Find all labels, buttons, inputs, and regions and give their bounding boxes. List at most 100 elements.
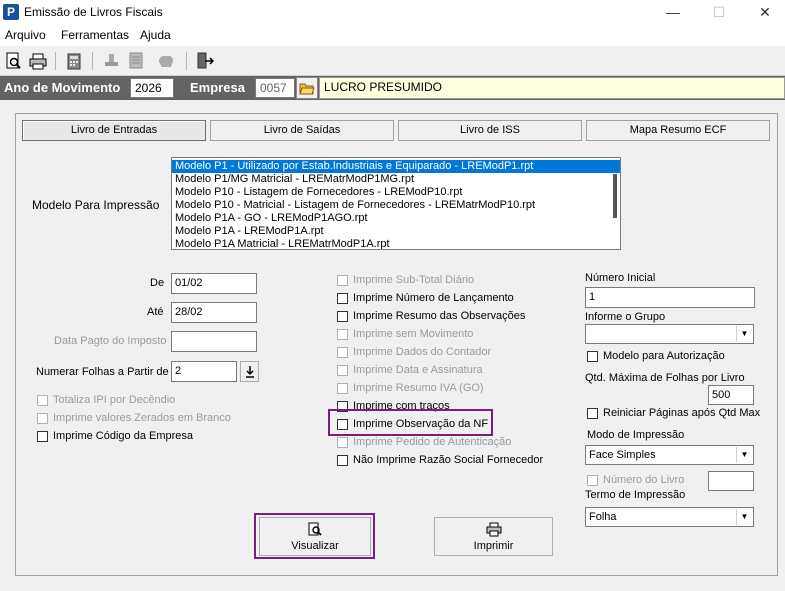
ate-field[interactable]: 28/02 [171,302,257,323]
list-item[interactable]: Modelo P1A Matricial - LREMatrModP1A.rpt [172,238,620,249]
checkbox-label: Reiniciar Páginas após Qtd Max [603,407,761,419]
empresa-code-field[interactable]: 0057 [255,78,295,98]
numero-lancamento-checkbox[interactable]: Imprime Número de Lançamento [337,291,514,305]
menu-arquivo[interactable]: Arquivo [5,28,46,42]
checkbox-label: Número do Livro [603,474,685,486]
highlight-visualizar [254,513,375,559]
close-button[interactable]: ✕ [742,0,785,26]
toolbar-separator [55,52,56,70]
data-pagto-label: Data Pagto do Imposto [54,335,167,347]
window-title: Emissão de Livros Fiscais [24,5,163,19]
exit-icon[interactable] [194,50,216,72]
print-icon [486,522,501,537]
resumo-iva-checkbox[interactable]: Imprime Resumo IVA (GO) [337,381,484,395]
tab-mapa-resumo-ecf[interactable]: Mapa Resumo ECF [586,120,770,141]
qtd-max-field[interactable]: 500 [708,385,754,405]
numerar-field[interactable]: 2 [171,361,237,382]
totaliza-ipi-checkbox[interactable]: Totaliza IPI por Decêndio [37,393,175,407]
checkbox-label: Modelo para Autorização [603,350,725,362]
open-folder-icon[interactable] [296,77,318,99]
termo-impressao-select[interactable]: Folha ▼ [585,507,754,527]
numero-inicial-field[interactable]: 1 [585,287,755,308]
numero-inicial-label: Número Inicial [585,272,656,284]
toolbar-separator [186,52,187,70]
codigo-empresa-checkbox[interactable]: Imprime Código da Empresa [37,429,193,443]
numerar-spin-button[interactable] [240,361,259,382]
checkbox-box[interactable] [37,430,48,442]
numerar-label: Numerar Folhas a Partir de [36,366,169,378]
checkbox-label: Imprime Sub-Total Diário [353,274,475,286]
tab-livro-iss[interactable]: Livro de ISS [398,120,582,141]
title-bar: P Emissão de Livros Fiscais — ☐ ✕ [0,0,785,26]
valores-zerados-checkbox[interactable]: Imprime valores Zerados em Branco [37,411,231,425]
minimize-button[interactable]: — [650,0,696,26]
modo-impressao-label: Modo de Impressão [587,429,685,441]
list-item[interactable]: Modelo P1 - Utilizado por Estab.Industri… [172,160,620,173]
termo-select-value: Folha [589,511,617,523]
data-pagto-field[interactable] [171,331,257,352]
checkbox-label: Imprime Data e Assinatura [353,364,483,376]
de-label: De [150,277,165,289]
menu-ferramentas[interactable]: Ferramentas [61,28,129,42]
checkbox-label: Imprime Resumo das Observações [353,310,526,322]
modelo-autorizacao-checkbox[interactable]: Modelo para Autorização [587,349,725,363]
checkbox-label: Imprime Pedido de Autenticação [353,436,512,448]
grupo-select[interactable]: ▼ [585,324,754,344]
calculator-icon[interactable] [63,50,85,72]
checkbox-box[interactable] [37,394,48,406]
modo-select-value: Face Simples [589,449,656,461]
modelo-list[interactable]: Modelo P1 - Utilizado por Estab.Industri… [171,157,621,250]
list-scrollbar[interactable] [613,174,617,218]
highlight-observacao-nf [328,409,493,436]
maximize-button[interactable]: ☐ [696,0,742,26]
menu-bar: Arquivo Ferramentas Ajuda [0,26,785,46]
empresa-name-field: LUCRO PRESUMIDO [319,77,785,99]
checkbox-label: Imprime sem Movimento [353,328,474,340]
qtd-max-label: Qtd. Máxima de Folhas por Livro [585,372,745,384]
print-icon[interactable] [27,50,49,72]
list-item[interactable]: Modelo P1A - GO - LREModP1AGO.rpt [172,212,620,225]
tab-livro-saidas[interactable]: Livro de Saídas [210,120,394,141]
pedido-autenticacao-checkbox[interactable]: Imprime Pedido de Autenticação [337,435,511,449]
list-item[interactable]: Modelo P10 - Matricial - Listagem de For… [172,199,620,212]
tab-livro-entradas[interactable]: Livro de Entradas [22,120,206,141]
chevron-down-icon[interactable]: ▼ [736,447,752,463]
menu-ajuda[interactable]: Ajuda [140,28,171,42]
modelo-label: Modelo Para Impressão [32,198,160,212]
modo-impressao-select[interactable]: Face Simples ▼ [585,445,754,465]
chevron-down-icon[interactable]: ▼ [736,326,752,342]
checkbox-label: Imprime Número de Lançamento [353,292,514,304]
imprimir-button[interactable]: Imprimir [434,517,553,556]
grupo-label: Informe o Grupo [585,311,666,323]
imprimir-label: Imprimir [473,540,514,552]
sem-movimento-checkbox[interactable]: Imprime sem Movimento [337,327,473,341]
checkbox-label: Imprime Dados do Contador [353,346,492,358]
list-item[interactable]: Modelo P1A - LREModP1A.rpt [172,225,620,238]
reiniciar-paginas-checkbox[interactable]: Reiniciar Páginas após Qtd Max [587,406,760,420]
app-icon: P [3,4,19,20]
checkbox-label: Imprime Resumo IVA (GO) [353,382,484,394]
checkbox-label: Não Imprime Razão Social Fornecedor [353,454,544,466]
data-assinatura-checkbox[interactable]: Imprime Data e Assinatura [337,363,483,377]
ano-field[interactable]: 2026 [130,78,174,98]
de-field[interactable]: 01/02 [171,273,257,294]
dados-contador-checkbox[interactable]: Imprime Dados do Contador [337,345,491,359]
sub-total-checkbox[interactable]: Imprime Sub-Total Diário [337,273,474,287]
numero-livro-field[interactable] [708,471,754,491]
chevron-down-icon[interactable]: ▼ [736,509,752,525]
numero-livro-checkbox[interactable]: Número do Livro [587,473,684,487]
toolbar [0,46,785,76]
resumo-observacoes-checkbox[interactable]: Imprime Resumo das Observações [337,309,525,323]
empresa-label: Empresa [190,80,245,95]
document-list-icon [127,50,149,72]
checkbox-label: Totaliza IPI por Decêndio [53,394,176,406]
checkbox-box[interactable] [37,412,48,424]
preview-icon[interactable] [2,50,24,72]
hand-icon [155,50,177,72]
list-item[interactable]: Modelo P10 - Listagem de Fornecedores - … [172,186,620,199]
list-item[interactable]: Modelo P1/MG Matricial - LREMatrModP1MG.… [172,173,620,186]
razao-social-checkbox[interactable]: Não Imprime Razão Social Fornecedor [337,453,543,467]
checkbox-label: Imprime valores Zerados em Branco [53,412,231,424]
ate-label: Até [147,306,164,318]
ano-label: Ano de Movimento [4,80,121,95]
